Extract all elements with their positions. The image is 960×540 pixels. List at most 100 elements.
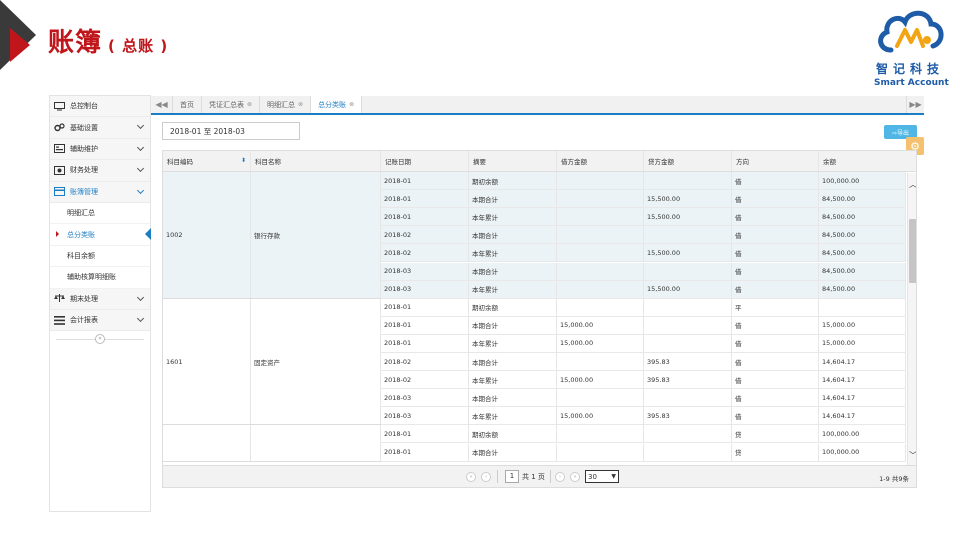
table-row[interactable]: 2018-01 本期合计 15,500.00 借 84,500.00 [381,190,906,209]
table-cell: 2018-03 [381,262,469,280]
sidebar-item-dashboard[interactable]: 总控制台 [50,96,150,118]
sidebar-item-ledger-management[interactable]: 账簿管理 [50,181,150,203]
table-row[interactable]: 2018-02 本期合计 借 84,500.00 [381,226,906,245]
table-cell: 本期合计 [469,389,557,407]
sidebar-item-basic-settings[interactable]: 基础设置 [50,117,150,139]
table-cell: 2018-03 [381,407,469,425]
tab-label: 总分类账 [318,100,347,109]
table-row[interactable]: 2018-01 本年累计 15,500.00 借 84,500.00 [381,208,906,227]
table-cell: 2018-01 [381,190,469,208]
table-row[interactable]: 2018-02 本年累计 15,500.00 借 84,500.00 [381,244,906,263]
table-cell: 84,500.00 [819,244,906,262]
table-cell: 本年累计 [469,208,557,226]
page-size-select[interactable]: 30 ▼ [585,470,619,483]
sidebar-item-period-end[interactable]: 期末处理 [50,288,150,310]
column-header-account-name[interactable]: 科目名称 [251,151,381,171]
last-page-icon[interactable]: » [570,472,580,482]
page-number-input[interactable]: 1 [505,470,519,483]
table-row[interactable]: 2018-01 期初余额 贷 100,000.00 [381,425,906,444]
current-marker-icon [56,231,59,238]
table-cell: 借 [732,190,819,208]
table-cell [557,172,644,190]
sidebar-item-finance[interactable]: 财务处理 [50,160,150,182]
scrollbar-thumb[interactable] [909,219,916,283]
scroll-up-icon[interactable]: ︿ [909,179,916,190]
prev-page-icon[interactable]: ‹ [481,472,491,482]
table-row[interactable]: 2018-01 本年累计 15,000.00 借 15,000.00 [381,334,906,353]
table-cell: 借 [732,389,819,407]
table-cell: 借 [732,353,819,371]
column-header-label: 借方金额 [561,158,587,166]
table-cell [557,226,644,244]
sidebar-subitem-detail-summary[interactable]: 明细汇总 [50,202,150,225]
column-header-direction[interactable]: 方向 [732,151,819,171]
table-cell: 借 [732,280,819,298]
table-cell: 15,000.00 [819,334,906,352]
table-cell [557,389,644,407]
close-tab-icon[interactable]: ⊗ [298,101,303,108]
table-row[interactable]: 2018-02 本期合计 395.83 借 14,604.17 [381,353,906,372]
table-cell: 借 [732,407,819,425]
tab-home[interactable]: 首页 [173,96,202,113]
table-row[interactable]: 2018-01 本期合计 贷 100,000.00 [381,443,906,462]
tab-label: 明细汇总 [267,100,296,109]
table-row[interactable]: 2018-03 本年累计 15,000.00 395.83 借 14,604.17 [381,407,906,426]
column-header-credit[interactable]: 贷方金额 [644,151,732,171]
table-row[interactable]: 2018-02 本年累计 15,000.00 395.83 借 14,604.17 [381,371,906,390]
table-cell: 贷 [732,425,819,443]
sort-icon[interactable]: ⬍ [241,157,246,164]
table-cell: 期初余额 [469,298,557,316]
table-cell: 2018-02 [381,371,469,389]
tab-general-ledger[interactable]: 总分类账 ⊗ [311,96,363,113]
slide-title-text: 账簿 [48,28,103,58]
table-cell: 2018-01 [381,443,469,461]
table-cell: 15,500.00 [644,244,732,262]
sidebar-item-label: 基础设置 [70,123,98,132]
column-header-label: 记账日期 [385,158,411,166]
sidebar-subitem-general-ledger[interactable]: 总分类账 [50,224,151,246]
table-row[interactable]: 2018-01 期初余额 借 100,000.00 [381,172,906,191]
sidebar-item-reports[interactable]: 会计报表 [50,309,150,332]
first-page-icon[interactable]: « [466,472,476,482]
tab-detail-summary[interactable]: 明细汇总 ⊗ [260,96,312,113]
table-cell: 15,000.00 [557,316,644,334]
sidebar-subitem-account-balance[interactable]: 科目余额 [50,245,150,268]
chevron-down-icon [136,314,145,322]
table-cell: 借 [732,226,819,244]
tab-scroll-right-icon[interactable]: ▶▶ [906,96,924,113]
close-tab-icon[interactable]: ⊗ [349,101,354,108]
finance-icon [54,165,65,175]
table-cell: 平 [732,298,819,316]
table-cell: 2018-01 [381,425,469,443]
sidebar-subitem-aux-detail[interactable]: 辅助核算明细账 [50,267,150,289]
table-cell: 100,000.00 [819,443,906,461]
table-cell: 本年累计 [469,407,557,425]
tab-scroll-left-icon[interactable]: ◀◀ [151,96,173,113]
table-scrollbar[interactable]: ︿ ﹀ [907,173,916,465]
next-page-icon[interactable]: › [555,472,565,482]
account-name-cell [251,425,381,461]
account-code-cell: 1002 [163,172,251,298]
sidebar: 总控制台 基础设置 辅助维护 财务处理 账簿管理 明细汇总 总分类账 科目余额 … [49,95,151,512]
table-row[interactable]: 2018-03 本期合计 借 84,500.00 [381,262,906,281]
slide-corner-decoration [0,0,36,70]
column-header-balance[interactable]: 余额 [819,151,906,171]
column-header-date[interactable]: 记账日期 [381,151,469,171]
table-body: 1002 银行存款 2018-01 期初余额借 100,000.00 2018-01 本期合… [163,172,916,465]
tab-voucher-summary[interactable]: 凭证汇总表 ⊗ [202,96,261,113]
column-header-account-code[interactable]: 科目编码 ⬍ [163,151,251,171]
scroll-down-icon[interactable]: ﹀ [909,450,916,461]
table-cell: 2018-03 [381,280,469,298]
column-header-summary[interactable]: 摘要 [469,151,557,171]
column-header-debit[interactable]: 借方金额 [557,151,644,171]
table-row[interactable]: 2018-03 本期合计 借 14,604.17 [381,389,906,408]
table-row[interactable]: 2018-01 期初余额 平 [381,298,906,317]
table-cell [557,443,644,461]
date-range-input[interactable]: 2018-01 至 2018-03 [162,122,300,140]
table-cell: 15,500.00 [644,208,732,226]
close-tab-icon[interactable]: ⊗ [247,101,252,108]
table-row[interactable]: 2018-01 本期合计 15,000.00 借 15,000.00 [381,316,906,335]
table-row[interactable]: 2018-03 本年累计 15,500.00 借 84,500.00 [381,280,906,299]
sidebar-item-aux-maintenance[interactable]: 辅助维护 [50,138,150,161]
sidebar-collapse-toggle[interactable]: « [50,331,150,347]
